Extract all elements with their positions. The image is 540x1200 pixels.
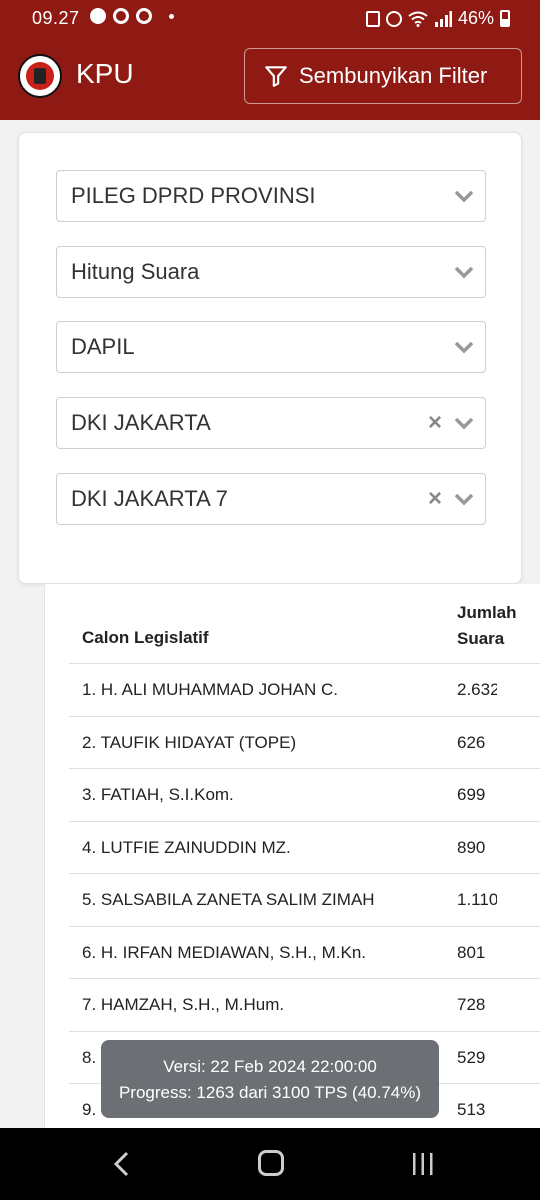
back-icon[interactable]	[110, 1150, 134, 1178]
candidate-votes: 513	[457, 1100, 486, 1119]
chevron-down-icon	[454, 417, 474, 430]
status-bar: 09.27 46%	[0, 0, 540, 34]
election-type-select[interactable]: PILEG DPRD PROVINSI	[56, 170, 486, 222]
version-progress-toast: Versi: 22 Feb 2024 22:00:00 Progress: 12…	[101, 1040, 439, 1118]
candidate-name: 4. LUTFIE ZAINUDDIN MZ.	[82, 837, 291, 857]
candidate-votes: 890	[457, 837, 486, 857]
select-value: DKI JAKARTA 7	[71, 486, 228, 511]
battery-percentage: 46%	[457, 8, 494, 28]
header-candidate: Calon Legislatif	[82, 628, 209, 647]
candidate-votes: 1.110	[457, 890, 497, 909]
candidate-name: 7. HAMZAH, S.H., M.Hum.	[82, 995, 285, 1014]
wifi-icon	[408, 11, 428, 27]
table-row[interactable]: 2. TAUFIK HIDAYAT (TOPE) 626	[69, 715, 540, 769]
table-row[interactable]: 4. LUTFIE ZAINUDDIN MZ. 890	[69, 820, 540, 874]
candidate-votes: 2.632	[457, 680, 497, 699]
nfc-icon	[365, 10, 380, 27]
vpn-icon	[113, 8, 129, 24]
candidate-name: 3. FATIAH, S.I.Kom.	[82, 785, 234, 804]
progress-text: Progress: 1263 dari 3100 TPS (40.74%)	[118, 1083, 422, 1102]
chevron-down-icon	[454, 190, 474, 203]
table-row[interactable]: 1. H. ALI MUHAMMAD JOHAN C. 2.632	[69, 663, 540, 716]
filter-panel: PILEG DPRD PROVINSI Hitung Suara DAPIL D…	[18, 132, 522, 584]
table-row[interactable]: 5. SALSABILA ZANETA SALIM ZIMAH 1.110	[69, 873, 540, 926]
candidate-name: 2. TAUFIK HIDAYAT (TOPE)	[82, 732, 297, 752]
candidate-name: 8.	[82, 1047, 97, 1067]
recents-icon[interactable]	[410, 1151, 436, 1177]
signal-icon	[434, 10, 452, 27]
table-row[interactable]: 6. H. IRFAN MEDIAWAN, S.H., M.Kn. 801	[69, 925, 540, 979]
kpu-logo-icon[interactable]	[18, 54, 62, 98]
whatsapp-icon	[136, 8, 152, 24]
select-value: DAPIL	[71, 334, 135, 359]
candidate-name: 5. SALSABILA ZANETA SALIM ZIMAH	[82, 890, 375, 909]
chevron-down-icon	[454, 341, 474, 354]
chevron-down-icon	[454, 493, 474, 506]
select-value: DKI JAKARTA	[71, 410, 211, 435]
notification-dot-icon	[169, 13, 174, 19]
hide-filter-label: Sembunyikan Filter	[299, 63, 488, 88]
battery-icon	[500, 10, 510, 27]
brand-title[interactable]: KPU	[76, 58, 134, 90]
table-row[interactable]: 3. FATIAH, S.I.Kom. 699	[69, 768, 540, 821]
select-value: PILEG DPRD PROVINSI	[71, 183, 316, 208]
header-votes: Jumlah Suara	[457, 603, 517, 648]
candidate-name: 1. H. ALI MUHAMMAD JOHAN C.	[82, 680, 338, 699]
candidate-votes: 728	[457, 995, 486, 1014]
region-level-select[interactable]: DAPIL	[56, 321, 486, 373]
candidate-votes: 626	[457, 732, 486, 752]
candidate-votes: 699	[457, 785, 486, 804]
chat-icon	[90, 8, 106, 24]
status-time: 09.27	[32, 8, 80, 28]
clear-icon[interactable]: ×	[425, 411, 445, 435]
app-header: KPU Sembunyikan Filter	[0, 34, 540, 120]
dapil-select[interactable]: DKI JAKARTA 7 ×	[56, 473, 486, 525]
table-row[interactable]: 7. HAMZAH, S.H., M.Hum. 728	[69, 978, 540, 1031]
version-text: Versi: 22 Feb 2024 22:00:00	[163, 1057, 377, 1076]
system-nav-bar	[0, 1128, 540, 1200]
select-value: Hitung Suara	[71, 259, 200, 284]
hide-filter-button[interactable]: Sembunyikan Filter	[244, 48, 522, 104]
candidate-votes: 529	[457, 1047, 486, 1067]
candidate-votes: 801	[457, 942, 486, 962]
chevron-down-icon	[454, 266, 474, 279]
data-type-select[interactable]: Hitung Suara	[56, 246, 486, 298]
alarm-icon	[385, 10, 402, 27]
clear-icon[interactable]: ×	[425, 487, 445, 511]
home-icon[interactable]	[258, 1150, 284, 1176]
province-select[interactable]: DKI JAKARTA ×	[56, 397, 486, 449]
filter-icon	[265, 66, 287, 87]
candidate-name: 6. H. IRFAN MEDIAWAN, S.H., M.Kn.	[82, 942, 367, 962]
candidate-name: 9.	[82, 1100, 97, 1119]
